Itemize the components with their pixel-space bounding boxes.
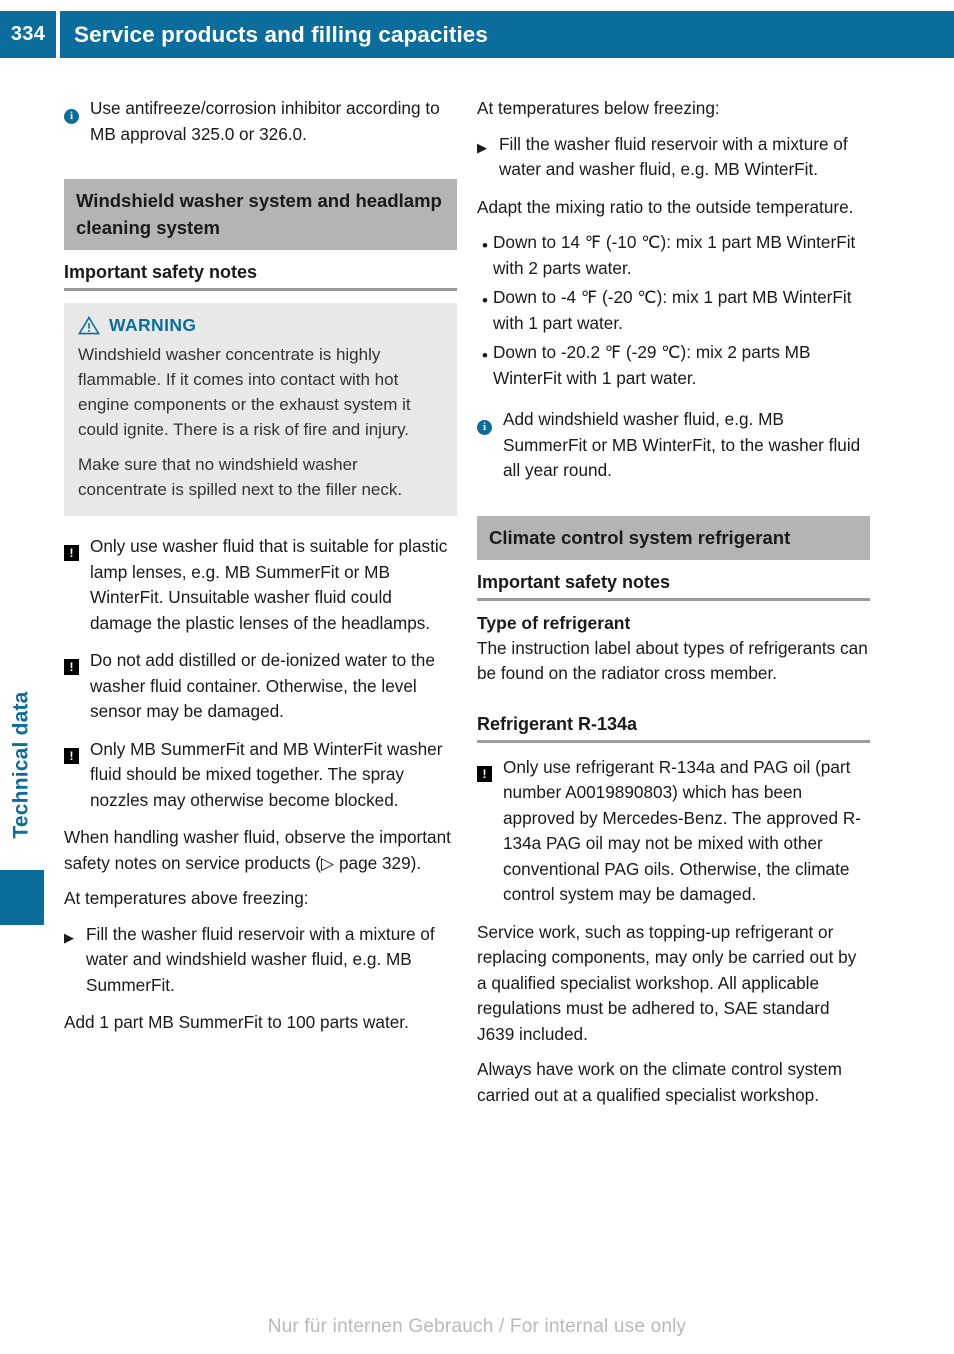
section-heading-washer-system: Windshield washer system and headlamp cl… (64, 179, 457, 250)
caution-distilled-water-text: Do not add distilled or de-ionized water… (90, 650, 435, 721)
bullet-dot-icon: • (482, 346, 488, 365)
page-title: Service products and filling capacities (74, 21, 489, 47)
step-fill-reservoir-winter: ▶ Fill the washer fluid reservoir with a… (477, 132, 870, 183)
warning-label: WARNING (109, 315, 197, 335)
chapter-tab-marker (0, 870, 44, 925)
caution-refrigerant-pag-oil: ! Only use refrigerant R-134a and PAG oi… (477, 755, 870, 908)
caution-exclamation-icon: ! (64, 534, 90, 636)
step-fill-reservoir-summer-text: Fill the washer fluid reservoir with a m… (86, 923, 435, 995)
caution-refrigerant-pag-oil-text: Only use refrigerant R-134a and PAG oil … (503, 756, 861, 905)
left-column: i Use antifreeze/corrosion inhibitor acc… (64, 96, 457, 1046)
page-number: 334 (10, 23, 46, 45)
note-add-fluid-all-year-text: Add windshield washer fluid, e.g. MB Sum… (503, 409, 861, 480)
subheading-important-safety-notes-right: Important safety notes (477, 567, 870, 601)
step-fill-reservoir-winter-text: Fill the washer fluid reservoir with a m… (499, 133, 848, 180)
right-column: At temperatures below freezing: ▶ Fill t… (477, 96, 870, 1118)
adapt-ratio-text: Adapt the mixing ratio to the outside te… (477, 196, 854, 217)
caution-distilled-water: ! Do not add distilled or de-ionized wat… (64, 648, 457, 725)
service-work-text: Service work, such as topping-up refrige… (477, 921, 857, 1044)
heading-refrigerant-r134a: Refrigerant R-134a (477, 709, 870, 743)
info-circle-icon: i (64, 96, 90, 147)
chapter-tab-label: Technical data (0, 660, 44, 870)
list-item: • Down to -20.2 ℉ (-29 ℃): mix 2 parts M… (477, 340, 870, 391)
step-arrow-icon: ▶ (64, 929, 74, 945)
warning-box: WARNING Windshield washer concentrate is… (64, 303, 457, 516)
note-add-fluid-all-year: i Add windshield washer fluid, e.g. MB S… (477, 407, 870, 484)
mix-ratio-text: Down to 14 ℉ (-10 ℃): mix 1 part MB Wint… (493, 232, 856, 278)
caution-exclamation-icon: ! (477, 755, 503, 908)
info-circle-icon: i (477, 407, 503, 484)
warning-paragraph-1: Windshield washer concentrate is highly … (78, 345, 411, 439)
step-fill-reservoir-summer: ▶ Fill the washer fluid reservoir with a… (64, 922, 457, 999)
caution-mixing-fluids-text: Only MB SummerFit and MB WinterFit washe… (90, 738, 443, 810)
subheading-important-safety-notes-left: Important safety notes (64, 257, 457, 291)
warning-header: WARNING (78, 315, 443, 336)
section-heading-climate-refrigerant: Climate control system refrigerant (477, 515, 870, 560)
step-arrow-icon: ▶ (477, 139, 487, 155)
warning-paragraph-2: Make sure that no windshield washer conc… (78, 455, 403, 499)
bullet-dot-icon: • (482, 291, 488, 310)
warning-triangle-icon (78, 316, 100, 335)
caution-exclamation-icon: ! (64, 737, 90, 814)
mix-ratio-text: Down to -20.2 ℉ (-29 ℃): mix 2 parts MB … (493, 342, 811, 388)
caution-washer-fluid-lenses-text: Only use washer fluid that is suitable f… (90, 536, 448, 633)
list-item: • Down to 14 ℉ (-10 ℃): mix 1 part MB Wi… (477, 230, 870, 281)
mix-ratio-text: Down to -4 ℉ (-20 ℃): mix 1 part MB Wint… (493, 287, 852, 333)
note-antifreeze: i Use antifreeze/corrosion inhibitor acc… (64, 96, 457, 147)
chapter-tab-text: Technical data (10, 691, 33, 839)
heading-type-of-refrigerant: Type of refrigerant (477, 612, 631, 633)
caution-exclamation-icon: ! (64, 648, 90, 725)
list-item: • Down to -4 ℉ (-20 ℃): mix 1 part MB Wi… (477, 285, 870, 336)
workshop-text: Always have work on the climate control … (477, 1059, 842, 1105)
handling-washer-fluid-text: When handling washer fluid, observe the … (64, 827, 451, 873)
caution-mixing-fluids: ! Only MB SummerFit and MB WinterFit was… (64, 737, 457, 814)
note-antifreeze-text: Use antifreeze/corrosion inhibitor accor… (90, 98, 440, 144)
mixing-note-summer: Add 1 part MB SummerFit to 100 parts wat… (64, 1012, 409, 1032)
below-freezing-intro: At temperatures below freezing: (477, 98, 720, 118)
above-freezing-intro: At temperatures above freezing: (64, 888, 309, 908)
page-header: 334 Service products and filling capacit… (0, 11, 954, 58)
bullet-dot-icon: • (482, 236, 488, 255)
type-of-refrigerant-text: The instruction label about types of ref… (477, 637, 868, 684)
footer-notice: Nur für internen Gebrauch / For internal… (267, 1316, 687, 1337)
caution-washer-fluid-lenses: ! Only use washer fluid that is suitable… (64, 534, 457, 636)
